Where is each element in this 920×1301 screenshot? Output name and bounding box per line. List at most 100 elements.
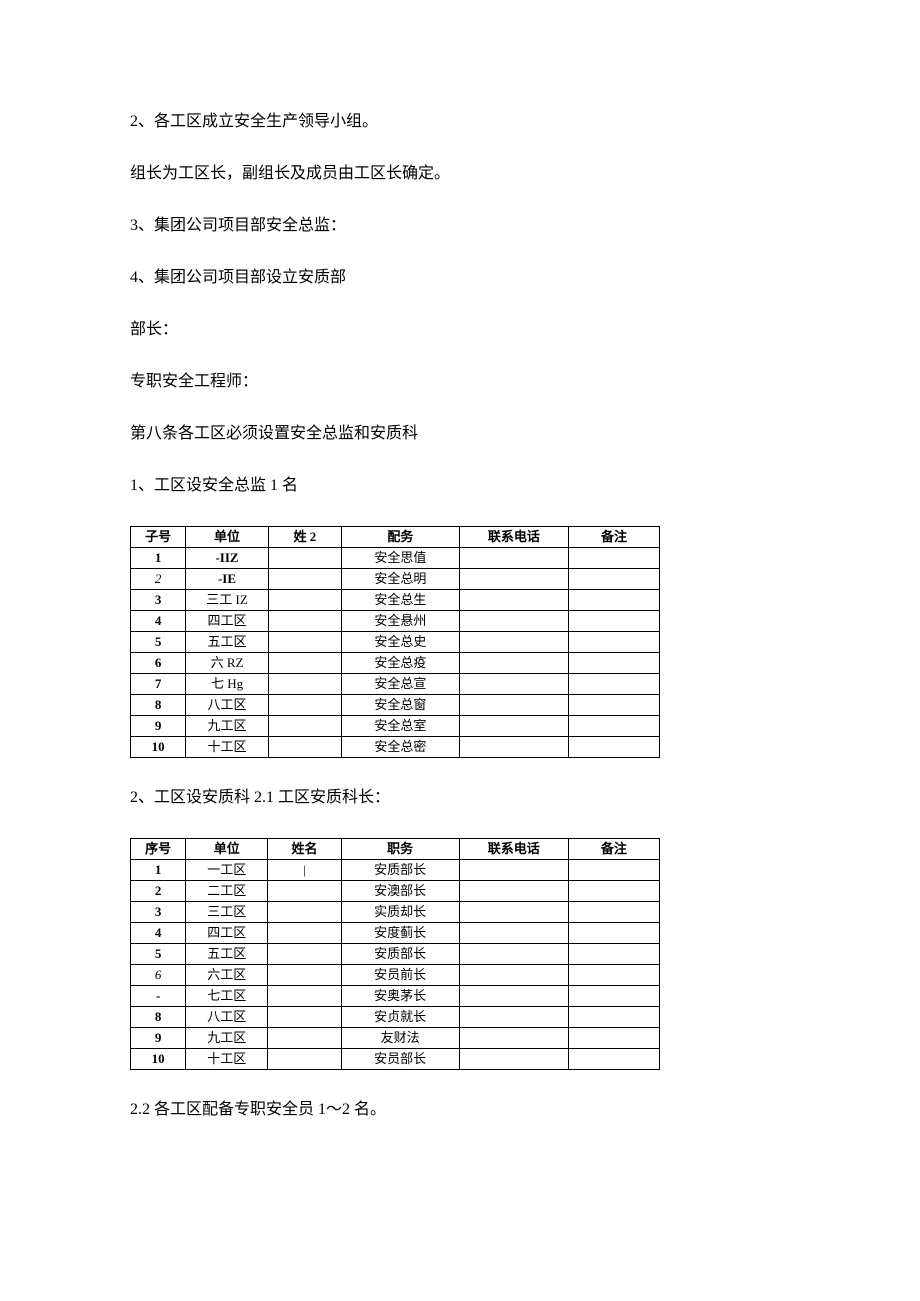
table2-cell-note: [568, 923, 659, 944]
table2-cell-pos: 安奥茅长: [341, 986, 459, 1007]
table1-cell-note: [568, 716, 659, 737]
table1-cell-unit: 三工 IZ: [186, 590, 269, 611]
table1-cell-note: [568, 653, 659, 674]
table1-cell-pos: 安全总生: [341, 590, 459, 611]
table2-cell-unit: 一工区: [186, 860, 268, 881]
table-row: 7七 Hg安全总宣: [131, 674, 660, 695]
table-row: 2二工区安澳部长: [131, 881, 660, 902]
table-row: 3三工区实质却长: [131, 902, 660, 923]
table-row: -七工区安奥茅长: [131, 986, 660, 1007]
table1-cell-name: [268, 695, 341, 716]
table2-header-pos: 职务: [341, 839, 459, 860]
table1-cell-phone: [459, 548, 568, 569]
table1-cell-unit: 四工区: [186, 611, 269, 632]
table1-cell-note: [568, 569, 659, 590]
table1-cell-phone: [459, 695, 568, 716]
table1-cell-name: [268, 569, 341, 590]
table1-cell-idx: 6: [131, 653, 186, 674]
table2-cell-pos: 安质部长: [341, 860, 459, 881]
table1-cell-unit: 十工区: [186, 737, 269, 758]
table2-cell-pos: 安员部长: [341, 1049, 459, 1070]
table2-cell-note: [568, 860, 659, 881]
paragraph-2: 组长为工区长，副组长及成员由工区长确定。: [130, 162, 790, 186]
table-row: 10十工区安员部长: [131, 1049, 660, 1070]
table-row: 6六工区安员前长: [131, 965, 660, 986]
table1-header-unit: 单位: [186, 527, 269, 548]
table2-cell-note: [568, 1049, 659, 1070]
table2-cell-pos: 实质却长: [341, 902, 459, 923]
table-row: 3三工 IZ 安全总生: [131, 590, 660, 611]
table1-cell-unit: 六 RZ: [186, 653, 269, 674]
table-row: 10十工区安全总密: [131, 737, 660, 758]
paragraph-8: 1、工区设安全总监 1 名: [130, 474, 790, 498]
table2-cell-unit: 九工区: [186, 1028, 268, 1049]
paragraph-5: 部长：: [130, 318, 790, 342]
table2-cell-note: [568, 881, 659, 902]
table1-header-idx: 子号: [131, 527, 186, 548]
table1-cell-name: [268, 653, 341, 674]
table2-cell-pos: 安贞就长: [341, 1007, 459, 1028]
table1-cell-name: [268, 611, 341, 632]
table1-cell-idx: 5: [131, 632, 186, 653]
table1-cell-phone: [459, 716, 568, 737]
table1-cell-phone: [459, 611, 568, 632]
table2-cell-phone: [459, 902, 568, 923]
table2-cell-note: [568, 902, 659, 923]
table1-cell-pos: 安全悬州: [341, 611, 459, 632]
table-row: 5五工区安质部长: [131, 944, 660, 965]
table2-cell-pos: 安度蓟长: [341, 923, 459, 944]
table2-cell-note: [568, 986, 659, 1007]
table1-cell-pos: 安全总密: [341, 737, 459, 758]
table1-cell-phone: [459, 569, 568, 590]
table1-cell-name: [268, 716, 341, 737]
table2-cell-name: [268, 965, 341, 986]
table1-cell-idx: 1: [131, 548, 186, 569]
table-row: 8八工区安贞就长: [131, 1007, 660, 1028]
table1-cell-unit: 九工区: [186, 716, 269, 737]
table1-cell-note: [568, 590, 659, 611]
table1-cell-note: [568, 611, 659, 632]
table2-cell-note: [568, 1028, 659, 1049]
table2-cell-phone: [459, 881, 568, 902]
table1-cell-phone: [459, 674, 568, 695]
table1-cell-idx: 4: [131, 611, 186, 632]
table2-cell-name: [268, 986, 341, 1007]
table2-cell-idx: 2: [131, 881, 186, 902]
table1-header-name: 姓 2: [268, 527, 341, 548]
table1-cell-phone: [459, 737, 568, 758]
table2-cell-idx: 10: [131, 1049, 186, 1070]
table2-header-name: 姓名: [268, 839, 341, 860]
table2-cell-idx: 9: [131, 1028, 186, 1049]
table2-cell-idx: 8: [131, 1007, 186, 1028]
table2-cell-unit: 六工区: [186, 965, 268, 986]
table1-cell-pos: 安全总宣: [341, 674, 459, 695]
table2-cell-phone: [459, 1049, 568, 1070]
table1-header-pos: 配务: [341, 527, 459, 548]
table2-cell-name: [268, 923, 341, 944]
table2-header-idx: 序号: [131, 839, 186, 860]
table-row: 5五工区安全总史: [131, 632, 660, 653]
table2-cell-name: [268, 881, 341, 902]
table1-cell-pos: 安全思值: [341, 548, 459, 569]
table2-cell-phone: [459, 986, 568, 1007]
table2-cell-name: [268, 1028, 341, 1049]
table2-cell-phone: [459, 1007, 568, 1028]
table2-cell-pos: 安质部长: [341, 944, 459, 965]
table2-cell-idx: 5: [131, 944, 186, 965]
table2-cell-unit: 三工区: [186, 902, 268, 923]
table1-cell-idx: 3: [131, 590, 186, 611]
table1-cell-note: [568, 695, 659, 716]
table-row: 8八工区安全总窗: [131, 695, 660, 716]
table-row: 1一工区|安质部长: [131, 860, 660, 881]
table-row: 9九工区安全总室: [131, 716, 660, 737]
table2-header-phone: 联系电话: [459, 839, 568, 860]
table-row: 2-IE安全总明: [131, 569, 660, 590]
table1-cell-name: [268, 737, 341, 758]
paragraph-4: 4、集团公司项目部设立安质部: [130, 266, 790, 290]
table1-cell-idx: 7: [131, 674, 186, 695]
table1-cell-phone: [459, 590, 568, 611]
table2-cell-note: [568, 965, 659, 986]
table-row: 4四工区 安全悬州: [131, 611, 660, 632]
table2-header-note: 备注: [568, 839, 659, 860]
table1-cell-phone: [459, 632, 568, 653]
